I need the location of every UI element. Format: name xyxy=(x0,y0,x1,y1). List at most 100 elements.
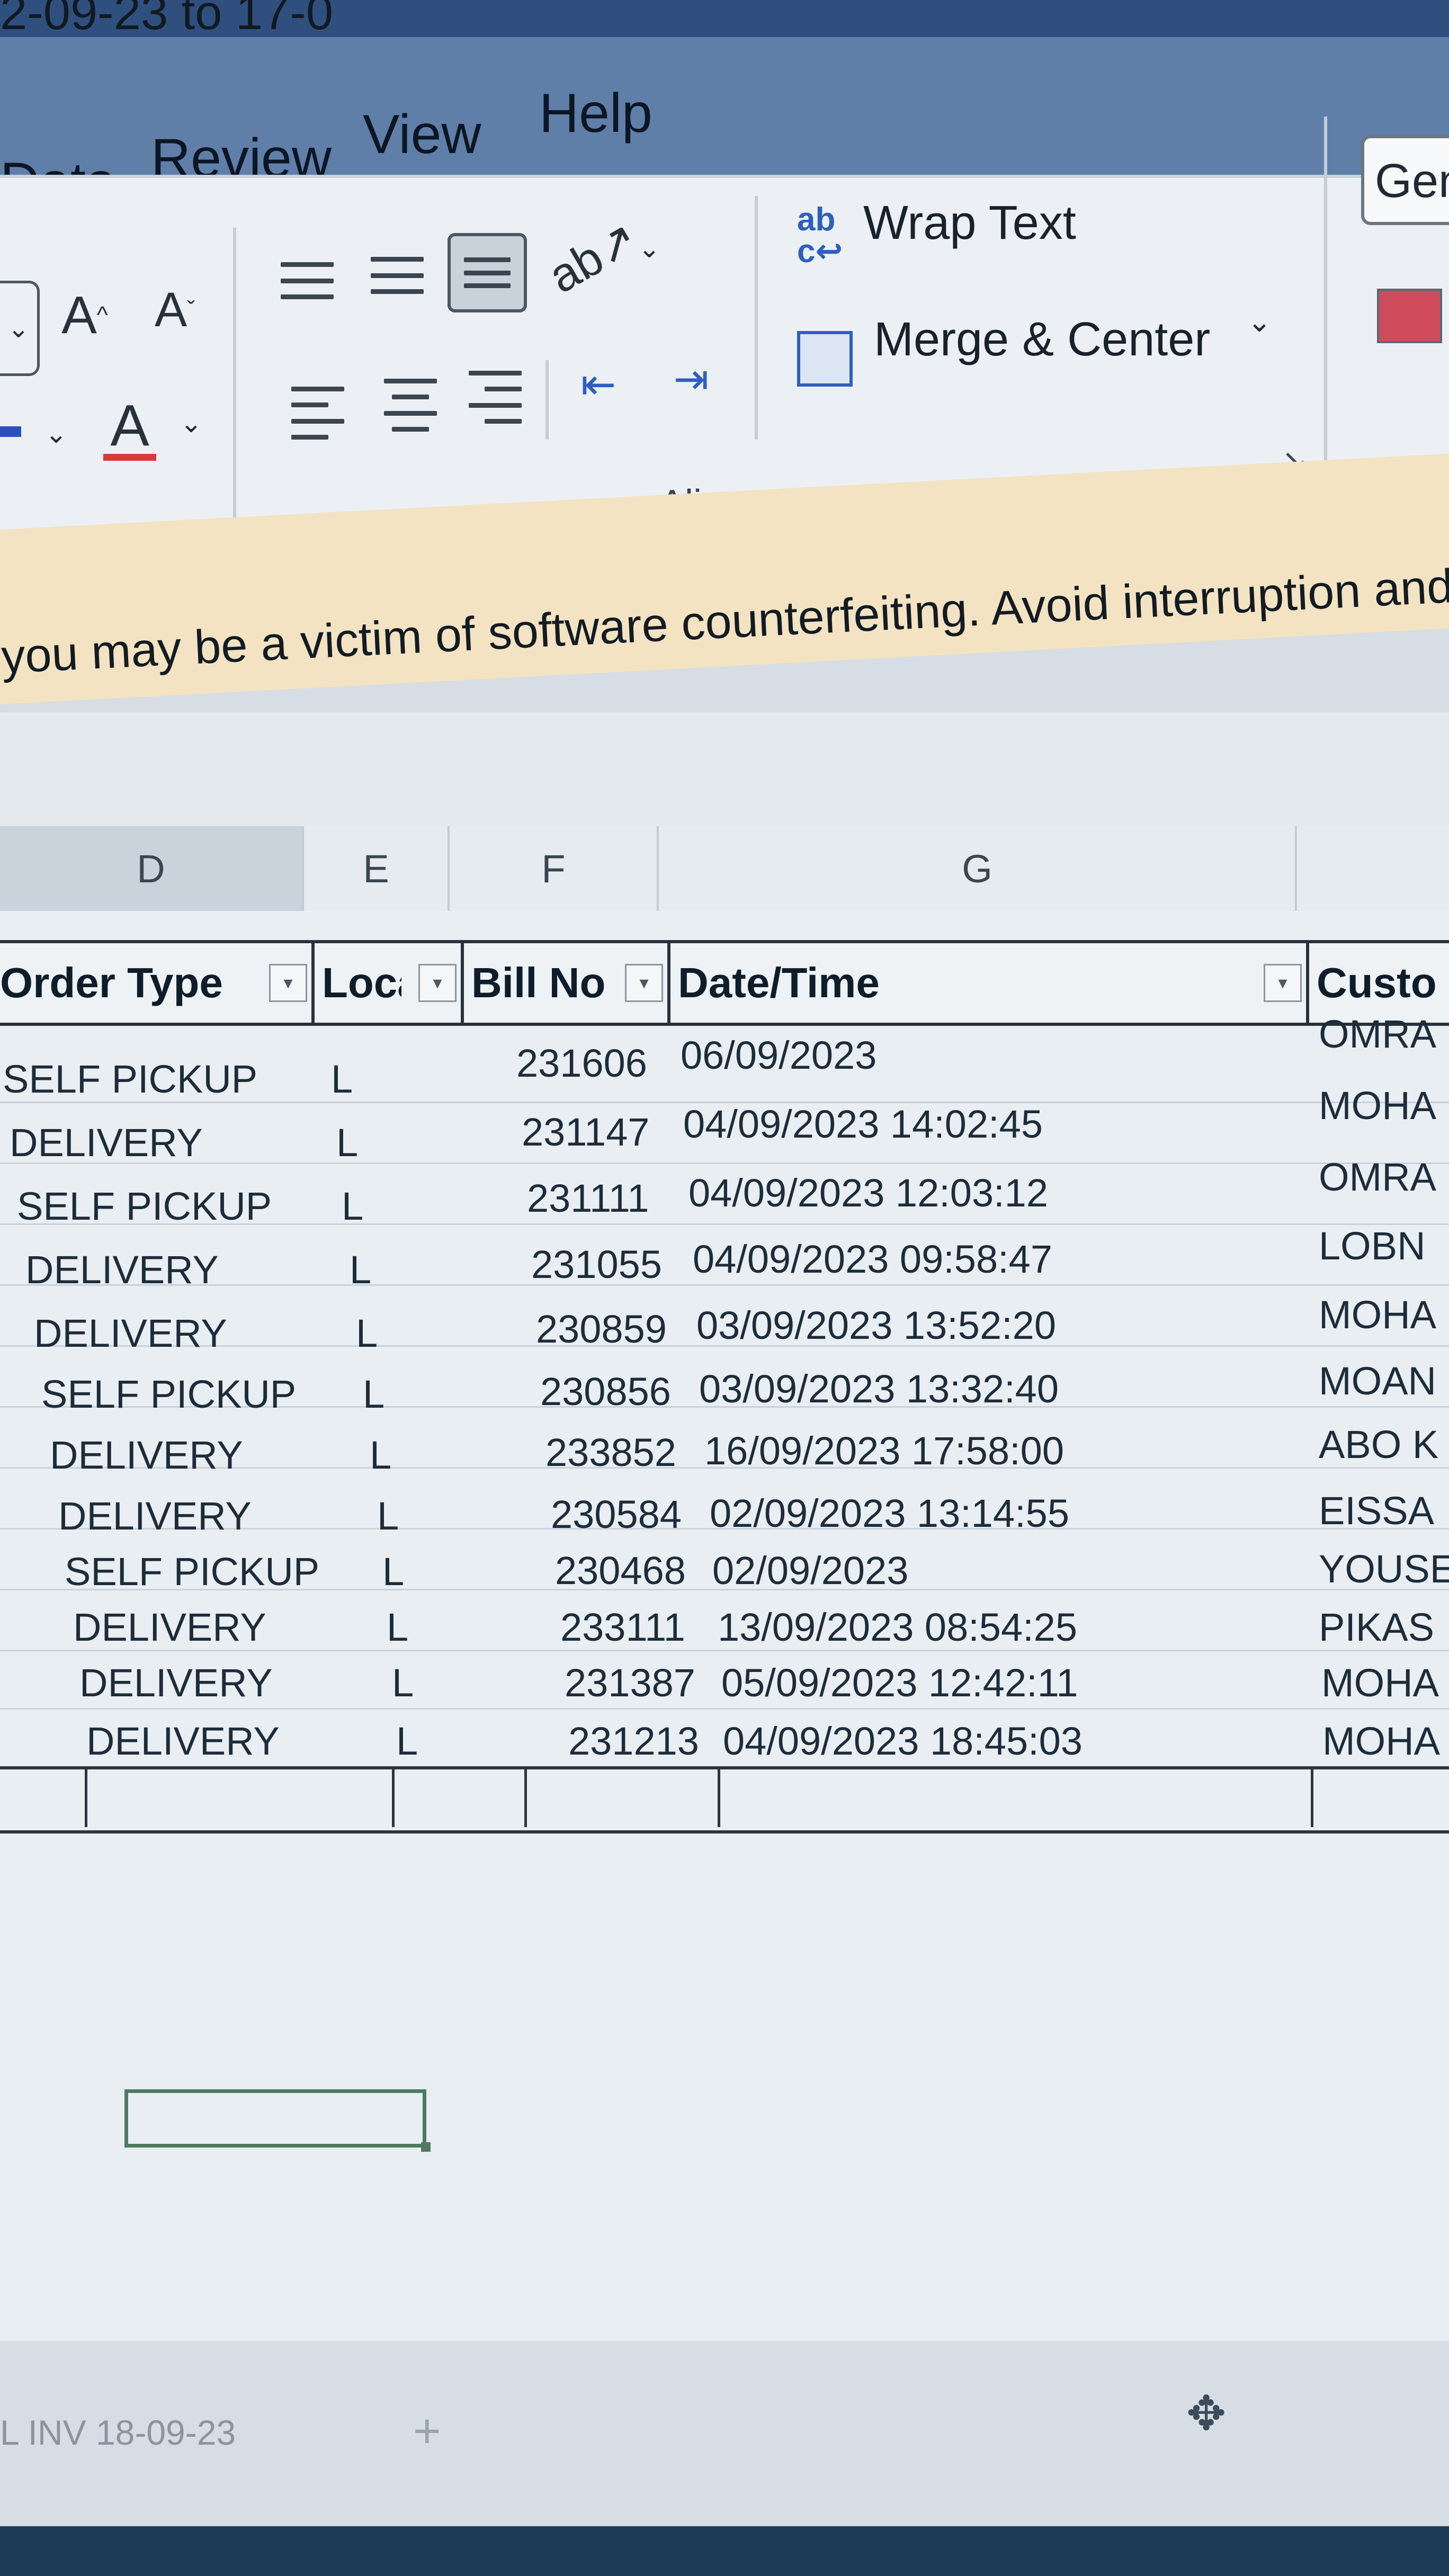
filter-dropdown-icon[interactable]: ▾ xyxy=(418,964,457,1002)
cell-bill-no[interactable]: 231606 xyxy=(516,1041,647,1086)
bottom-align-icon[interactable] xyxy=(448,233,527,312)
column-header-g[interactable]: G xyxy=(659,826,1297,911)
cell-order-type[interactable]: DELIVERY xyxy=(79,1660,273,1705)
number-format-dropdown[interactable]: Gen xyxy=(1361,135,1449,225)
cell-customer[interactable]: EISSA xyxy=(1319,1488,1434,1533)
cell-customer[interactable]: OMRA xyxy=(1319,1155,1436,1200)
table-row[interactable]: DELIVERY L 233852 16/09/2023 17:58:00 AB… xyxy=(0,1423,1449,1491)
table-row[interactable]: DELIVERY L 231147 04/09/2023 14:02:45 MO… xyxy=(0,1084,1449,1178)
cell-location[interactable]: L xyxy=(370,1433,391,1478)
cell-location[interactable]: L xyxy=(392,1660,414,1705)
cell-customer[interactable]: ABO K xyxy=(1319,1422,1438,1467)
top-align-icon[interactable] xyxy=(281,262,334,299)
table-row[interactable]: DELIVERY L 231387 05/09/2023 12:42:11 MO… xyxy=(0,1660,1449,1719)
cell-location[interactable]: L xyxy=(350,1247,371,1292)
cell-customer[interactable]: OMRA xyxy=(1319,1012,1436,1057)
cell-location[interactable]: L xyxy=(363,1372,384,1417)
orientation-dropdown-icon[interactable]: ⌄ xyxy=(638,233,660,264)
cell-location[interactable]: L xyxy=(396,1719,418,1764)
conditional-format-icon[interactable] xyxy=(1377,289,1442,343)
font-color-dropdown-icon[interactable]: ⌄ xyxy=(180,408,202,439)
align-left-icon[interactable] xyxy=(291,387,344,440)
cell-customer[interactable]: MOHA xyxy=(1322,1719,1440,1764)
middle-align-icon[interactable] xyxy=(371,257,424,294)
sheet-tab[interactable]: L INV 18-09-23 xyxy=(0,2412,236,2453)
decrease-font-size-button[interactable]: Aˇ xyxy=(143,270,207,350)
column-header-h[interactable] xyxy=(1298,826,1449,911)
cell-bill-no[interactable]: 231147 xyxy=(522,1110,649,1155)
cell-order-type[interactable]: SELF PICKUP xyxy=(65,1549,319,1594)
cell-date-time[interactable]: 16/09/2023 17:58:00 xyxy=(704,1428,1064,1473)
add-sheet-button[interactable]: + xyxy=(413,2404,441,2459)
cell-location[interactable]: L xyxy=(382,1549,404,1594)
table-row[interactable]: DELIVERY L 233111 13/09/2023 08:54:25 PI… xyxy=(0,1605,1449,1663)
font-size-dropdown[interactable]: ⌄ xyxy=(0,281,40,376)
font-color-button[interactable]: A xyxy=(101,392,159,461)
table-row[interactable]: SELF PICKUP L 230856 03/09/2023 13:32:40… xyxy=(0,1359,1449,1430)
fill-color-dropdown-icon[interactable]: ⌄ xyxy=(45,418,67,449)
cell-order-type[interactable]: DELIVERY xyxy=(50,1433,243,1478)
header-bill-no[interactable]: Bill No ▾ xyxy=(464,940,670,1026)
cell-bill-no[interactable]: 231055 xyxy=(531,1242,662,1287)
cell-bill-no[interactable]: 231111 xyxy=(527,1176,649,1221)
cell-location[interactable]: L xyxy=(356,1311,378,1356)
table-row[interactable]: DELIVERY L 230584 02/09/2023 13:14:55 EI… xyxy=(0,1489,1449,1552)
cell-location[interactable]: L xyxy=(331,1057,353,1102)
cell-order-type[interactable]: DELIVERY xyxy=(34,1311,227,1356)
cell-date-time[interactable]: 06/09/2023 xyxy=(681,1033,876,1078)
header-order-type[interactable]: Order Type ▾ xyxy=(0,940,315,1026)
formula-bar[interactable] xyxy=(0,712,1449,829)
cell-order-type[interactable]: DELIVERY xyxy=(73,1605,266,1650)
cell-location[interactable]: L xyxy=(342,1184,363,1229)
cell-date-time[interactable]: 02/09/2023 xyxy=(712,1548,908,1593)
wrap-text-icon[interactable]: ab c↩ xyxy=(797,203,843,268)
cell-order-type[interactable]: SELF PICKUP xyxy=(3,1057,257,1102)
header-date-time[interactable]: Date/Time ▾ xyxy=(670,940,1309,1026)
wrap-text-button[interactable]: Wrap Text xyxy=(863,196,1076,251)
cell-customer[interactable]: MOHA xyxy=(1319,1083,1436,1128)
cell-order-type[interactable]: SELF PICKUP xyxy=(41,1372,296,1417)
increase-indent-icon[interactable]: ⇥ xyxy=(662,350,720,408)
cell-date-time[interactable]: 02/09/2023 13:14:55 xyxy=(710,1491,1069,1536)
table-row[interactable]: SELF PICKUP L 230468 02/09/2023 YOUSE xyxy=(0,1546,1449,1607)
fill-handle[interactable] xyxy=(421,2142,431,2152)
filter-dropdown-icon[interactable]: ▾ xyxy=(269,964,307,1002)
cell-customer[interactable]: PIKAS xyxy=(1319,1605,1434,1650)
cell-customer[interactable]: MOAN xyxy=(1319,1358,1436,1403)
cell-location[interactable]: L xyxy=(377,1493,399,1539)
cell-customer[interactable]: LOBN xyxy=(1319,1223,1426,1268)
fill-color-swatch[interactable] xyxy=(0,426,21,437)
filter-dropdown-icon[interactable]: ▾ xyxy=(1264,964,1302,1002)
cell-customer[interactable]: MOHA xyxy=(1321,1660,1439,1705)
cell-customer[interactable]: MOHA xyxy=(1319,1292,1436,1337)
merge-center-button[interactable]: Merge & Center xyxy=(874,312,1210,367)
cell-date-time[interactable]: 03/09/2023 13:32:40 xyxy=(699,1366,1059,1411)
table-row[interactable]: DELIVERY L 230859 03/09/2023 13:52:20 MO… xyxy=(0,1293,1449,1369)
cell-bill-no[interactable]: 230859 xyxy=(536,1307,667,1352)
cell-order-type[interactable]: DELIVERY xyxy=(58,1493,252,1539)
cell-date-time[interactable]: 04/09/2023 09:58:47 xyxy=(693,1237,1052,1282)
cell-order-type[interactable]: DELIVERY xyxy=(25,1247,219,1292)
cell-bill-no[interactable]: 233852 xyxy=(545,1430,676,1475)
cell-date-time[interactable]: 13/09/2023 08:54:25 xyxy=(718,1605,1077,1650)
cell-date-time[interactable]: 04/09/2023 18:45:03 xyxy=(723,1719,1083,1764)
cell-customer[interactable]: YOUSE xyxy=(1319,1546,1449,1591)
menu-view[interactable]: View xyxy=(363,103,481,166)
menu-help[interactable]: Help xyxy=(539,82,652,145)
cell-date-time[interactable]: 04/09/2023 12:03:12 xyxy=(688,1170,1048,1215)
cell-order-type[interactable]: DELIVERY xyxy=(86,1719,280,1764)
cell-location[interactable]: L xyxy=(387,1605,408,1650)
table-total-row[interactable] xyxy=(0,1766,1449,1833)
cell-date-time[interactable]: 04/09/2023 14:02:45 xyxy=(683,1102,1043,1147)
cell-order-type[interactable]: DELIVERY xyxy=(10,1120,203,1165)
filter-dropdown-icon[interactable]: ▾ xyxy=(625,964,663,1002)
cell-bill-no[interactable]: 230584 xyxy=(551,1492,682,1537)
column-header-e[interactable]: E xyxy=(305,826,450,911)
cell-location[interactable]: L xyxy=(336,1120,358,1165)
decrease-indent-icon[interactable]: ⇤ xyxy=(569,355,628,413)
cell-bill-no[interactable]: 231213 xyxy=(568,1719,699,1764)
merge-dropdown-icon[interactable]: ⌄ xyxy=(1247,305,1272,338)
align-center-icon[interactable] xyxy=(384,379,437,432)
cell-date-time[interactable]: 05/09/2023 12:42:11 xyxy=(721,1660,1078,1705)
table-row[interactable]: SELF PICKUP L 231111 04/09/2023 12:03:12… xyxy=(0,1155,1449,1242)
